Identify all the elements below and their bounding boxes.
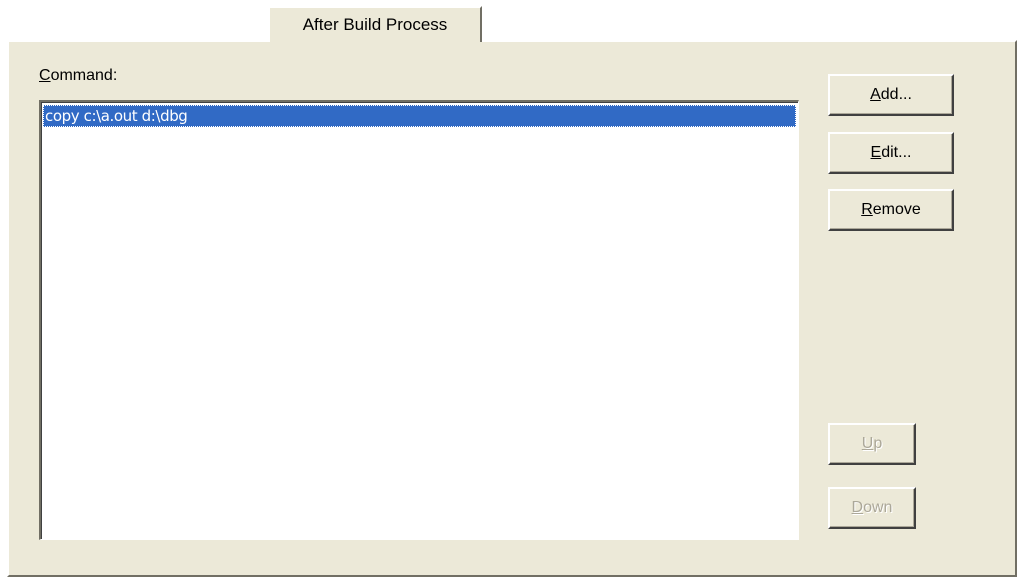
add-button[interactable]: Add... <box>828 74 954 116</box>
command-list-item[interactable]: copy c:\a.out d:\dbg <box>43 105 796 127</box>
tab-label: After Build Process <box>302 15 448 34</box>
command-label: Command: <box>39 67 118 84</box>
command-listbox[interactable]: copy c:\a.out d:\dbg <box>39 100 799 540</box>
down-button[interactable]: Down <box>828 487 916 529</box>
tab-after-build-process[interactable]: After Build Process <box>268 6 482 42</box>
up-button[interactable]: Up <box>828 423 916 465</box>
remove-button[interactable]: Remove <box>828 189 954 231</box>
edit-button[interactable]: Edit... <box>828 132 954 174</box>
